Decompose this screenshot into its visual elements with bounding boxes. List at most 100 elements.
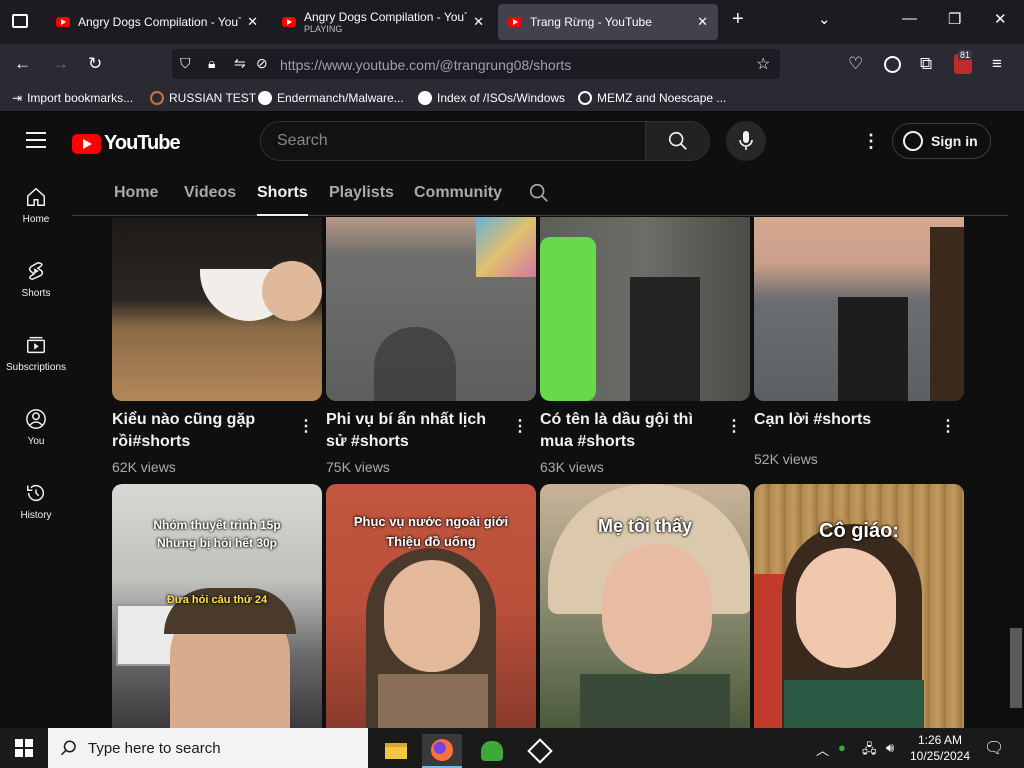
taskbar-search-placeholder: Type here to search <box>88 739 221 757</box>
3d-viewer-icon[interactable] <box>520 734 560 768</box>
page-scrollbar[interactable] <box>1008 112 1024 728</box>
sidebar-item-you[interactable]: You <box>0 392 72 462</box>
short-title-3[interactable]: Có tên là dầu gội thì mua #shorts <box>540 409 720 453</box>
browser-tab-3-active[interactable]: Trang Rừng - YouTube ✕ <box>498 4 718 40</box>
tab-home[interactable]: Home <box>114 184 158 202</box>
short-caption-7: Mẹ tôi thấy <box>597 516 692 536</box>
sidebar-item-subscriptions[interactable]: Subscriptions <box>0 318 72 388</box>
short-thumbnail-3[interactable] <box>540 217 750 401</box>
account-icon[interactable] <box>884 56 901 73</box>
tab-shorts[interactable]: Shorts <box>257 184 308 216</box>
globe-icon <box>578 91 592 105</box>
short-views-2: 75K views <box>326 459 390 475</box>
short-thumbnail-4[interactable] <box>754 217 964 401</box>
contacts-app-icon[interactable] <box>472 734 512 768</box>
autoplay-blocked-icon[interactable]: ⊘ <box>256 55 268 72</box>
network-icon[interactable]: 🖧︎ <box>862 740 877 762</box>
microphone-icon <box>739 131 753 150</box>
tab-overflow-chevron-icon[interactable]: ⌄ <box>818 10 831 28</box>
bookmark-russian-test[interactable]: RUSSIAN TEST <box>150 91 256 105</box>
tab-close-icon[interactable]: ✕ <box>697 14 708 30</box>
shorts-icon <box>28 261 44 281</box>
firefox-taskbar-icon[interactable] <box>422 734 462 768</box>
search-icon <box>668 131 687 150</box>
tray-overflow-chevron-icon[interactable]: ︿ <box>816 740 829 759</box>
search-input[interactable] <box>277 130 637 152</box>
guide-menu-icon[interactable] <box>26 132 46 153</box>
volume-icon[interactable]: 🔊︎ <box>886 740 894 756</box>
tab-playlists[interactable]: Playlists <box>329 184 394 202</box>
search-button[interactable] <box>645 122 709 160</box>
extensions-icon[interactable]: ⧉ <box>920 54 932 74</box>
reload-icon[interactable]: ↻ <box>88 54 102 74</box>
tab-close-icon[interactable]: ✕ <box>473 14 484 30</box>
bookmark-endermanch[interactable]: Endermanch/Malware... <box>258 91 404 105</box>
sidebar-item-history[interactable]: History <box>0 466 72 536</box>
import-icon: ⇥ <box>12 91 23 105</box>
short-menu-icon-2[interactable]: ⋮ <box>512 416 528 436</box>
short-thumbnail-1[interactable] <box>112 217 322 401</box>
youtube-logo[interactable]: YouTube <box>72 132 181 155</box>
pocket-icon[interactable]: ♡ <box>848 54 863 74</box>
google-icon <box>258 91 272 105</box>
channel-search-icon[interactable] <box>528 182 550 204</box>
browser-tab-1[interactable]: Angry Dogs Compilation - YouTube ✕ <box>46 4 268 40</box>
user-avatar-icon <box>903 131 923 151</box>
sign-in-button[interactable]: Sign in <box>892 123 991 159</box>
shield-icon[interactable]: ⛉ <box>180 55 191 72</box>
short-thumbnail-8[interactable]: Cô giáo: <box>754 484 964 728</box>
short-views-3: 63K views <box>540 459 604 475</box>
history-icon <box>27 485 45 502</box>
short-caption-5c: Đưa hỏi câu thứ 24 <box>166 594 268 606</box>
url-text[interactable]: https://www.youtube.com/@trangrung08/sho… <box>280 57 571 73</box>
tab-community[interactable]: Community <box>414 184 502 202</box>
bookmark-star-icon[interactable]: ☆ <box>756 54 770 74</box>
scrollbar-thumb[interactable] <box>1010 628 1022 708</box>
tray-contacts-icon[interactable]: ● <box>838 740 846 755</box>
forward-arrow-icon[interactable]: → <box>52 54 69 74</box>
bookmark-import[interactable]: ⇥ Import bookmarks... <box>12 91 133 105</box>
tab-list-icon[interactable] <box>12 14 28 28</box>
tab-title: Angry Dogs Compilation - YouTube <box>78 15 241 29</box>
menu-icon[interactable]: ≡ <box>992 54 1002 74</box>
subscriptions-icon <box>27 336 45 354</box>
tab-videos[interactable]: Videos <box>184 184 236 202</box>
channel-tabs: Home Videos Shorts Playlists Community <box>72 170 1008 216</box>
new-tab-button[interactable]: + <box>732 8 744 31</box>
short-thumbnail-2[interactable] <box>326 217 536 401</box>
bookmark-memz[interactable]: MEMZ and Noescape ... <box>578 91 726 105</box>
lock-icon[interactable]: 🔒︎ <box>208 55 215 72</box>
youtube-favicon-icon <box>508 17 522 27</box>
url-bar[interactable]: ⛉ 🔒︎ ⇋ ⊘ https://www.youtube.com/@trangr… <box>172 49 780 79</box>
back-arrow-icon[interactable]: ← <box>14 54 31 74</box>
minimize-button[interactable]: — <box>902 10 917 27</box>
short-menu-icon-3[interactable]: ⋮ <box>726 416 742 436</box>
file-explorer-icon[interactable] <box>376 734 416 768</box>
permissions-icon[interactable]: ⇋ <box>234 55 246 72</box>
close-window-button[interactable]: ✕ <box>994 10 1007 28</box>
sidebar-item-shorts[interactable]: Shorts <box>0 244 72 314</box>
short-title-4[interactable]: Cạn lời #shorts <box>754 409 934 431</box>
bookmark-isos[interactable]: Index of /ISOs/Windows <box>418 91 565 105</box>
browser-nav-bar: ← → ↻ ⛉ 🔒︎ ⇋ ⊘ https://www.youtube.com/@… <box>0 44 1024 84</box>
short-caption-6b: Thiệu đồ uống <box>386 534 476 549</box>
windows-start-icon[interactable] <box>15 739 33 757</box>
short-caption-5b: Nhưng bị hỏi hết 30p <box>156 536 278 550</box>
short-menu-icon-4[interactable]: ⋮ <box>940 416 956 436</box>
short-title-2[interactable]: Phi vụ bí ẩn nhất lịch sử #shorts <box>326 409 506 453</box>
taskbar-clock[interactable]: 1:26 AM 10/25/2024 <box>908 732 972 764</box>
voice-search-button[interactable] <box>726 121 766 161</box>
settings-kebab-icon[interactable]: ⋮ <box>862 132 880 150</box>
notifications-icon[interactable]: 🗨︎ <box>984 738 1004 758</box>
sidebar-item-home[interactable]: Home <box>0 170 72 240</box>
taskbar-search-box[interactable]: Type here to search <box>48 728 368 768</box>
search-box <box>260 121 710 161</box>
short-thumbnail-5[interactable]: Nhóm thuyết trình 15p Nhưng bị hỏi hết 3… <box>112 484 322 728</box>
browser-tab-2[interactable]: Angry Dogs Compilation - YouTube PLAYING… <box>272 4 494 40</box>
short-title-1[interactable]: Kiểu nào cũng gặp rồi#shorts <box>112 409 292 453</box>
short-thumbnail-7[interactable]: Mẹ tôi thấy <box>540 484 750 728</box>
short-menu-icon-1[interactable]: ⋮ <box>298 416 314 436</box>
restore-button[interactable]: ❐ <box>948 10 961 28</box>
tab-close-icon[interactable]: ✕ <box>247 14 258 30</box>
short-thumbnail-6[interactable]: Phục vụ nước ngoài giới Thiệu đồ uống <box>326 484 536 728</box>
